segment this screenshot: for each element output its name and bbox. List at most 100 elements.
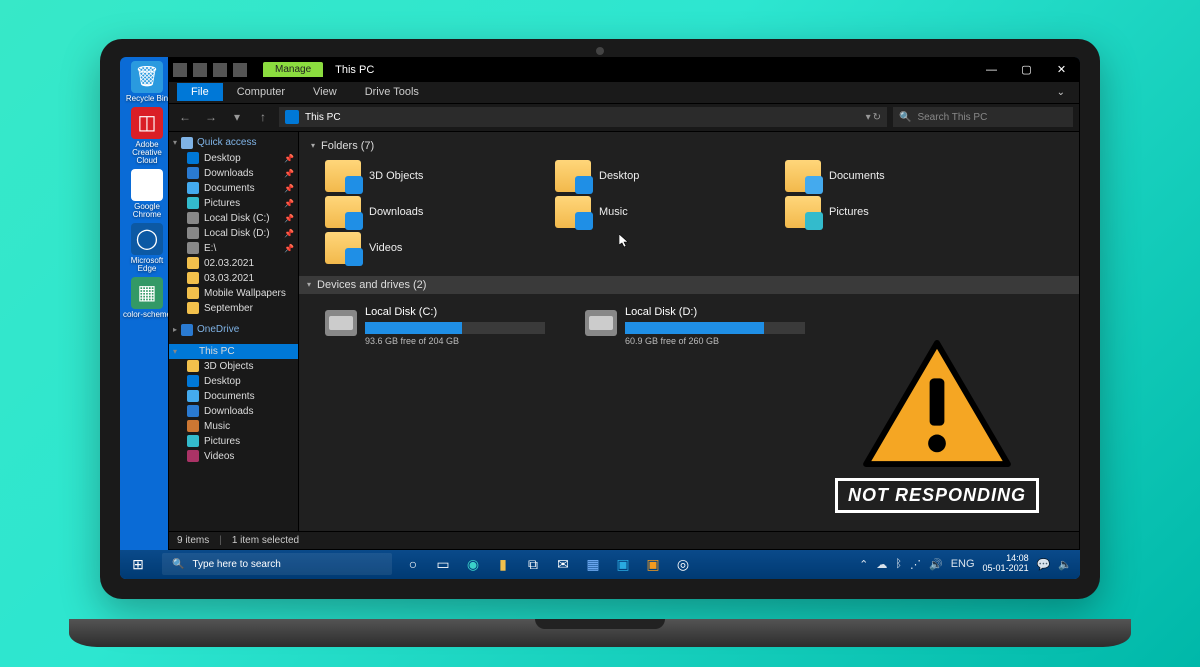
mail-icon[interactable]: ✉: [548, 550, 578, 579]
sidebar-item[interactable]: 3D Objects: [169, 359, 298, 374]
sidebar-item[interactable]: 02.03.2021: [169, 256, 298, 271]
task-view-icon[interactable]: ▭: [428, 550, 458, 579]
tray-onedrive-icon[interactable]: ☁: [876, 558, 887, 571]
address-bar[interactable]: This PC ▾ ↻: [279, 107, 887, 127]
sidebar-item[interactable]: Downloads 📌: [169, 166, 298, 181]
qat-icon[interactable]: [173, 63, 187, 77]
folder-item[interactable]: Documents: [785, 160, 985, 192]
taskbar-pinned-apps: ○ ▭ ◉ ▮ ⧉ ✉ ▦ ▣ ▣ ◎: [398, 550, 698, 579]
sidebar-onedrive[interactable]: ▸ OneDrive: [169, 322, 298, 338]
taskbar-clock[interactable]: 14:08 05-01-2021: [983, 554, 1029, 574]
nav-recent-button[interactable]: ▾: [227, 107, 247, 127]
tray-chevron-icon[interactable]: ⌃: [859, 558, 868, 571]
notifications-icon[interactable]: 💬: [1037, 558, 1051, 571]
sidebar-item[interactable]: Pictures: [169, 434, 298, 449]
nav-up-button[interactable]: ↑: [253, 107, 273, 127]
title-bar[interactable]: Manage This PC — ▢ ✕: [169, 58, 1079, 82]
desktop-icon-label: Google Chrome: [122, 203, 172, 219]
ribbon-tab-view[interactable]: View: [299, 83, 351, 101]
navigation-pane[interactable]: ▾ Quick access Desktop 📌 Downloads 📌 Doc…: [169, 132, 299, 531]
ribbon: File Computer View Drive Tools ⌄: [169, 82, 1079, 104]
file-explorer-window: Manage This PC — ▢ ✕ File Computer View …: [168, 57, 1080, 550]
sidebar-item[interactable]: Music: [169, 419, 298, 434]
edge-icon[interactable]: ◉: [458, 550, 488, 579]
tray-volume-icon[interactable]: 🔊: [929, 558, 943, 571]
sidebar-item[interactable]: Pictures 📌: [169, 196, 298, 211]
sidebar-item-label: Desktop: [204, 376, 241, 387]
system-tray[interactable]: ⌃ ☁ ᛒ ⋰ 🔊 ENG 14:08 05-01-2021 💬 🔈: [851, 554, 1080, 574]
desktop-icon[interactable]: ◯ Microsoft Edge: [122, 223, 172, 273]
ribbon-tab-drive-tools[interactable]: Drive Tools: [351, 83, 433, 101]
sidebar-item-label: Documents: [204, 183, 255, 194]
search-icon: 🔍: [899, 112, 911, 123]
sidebar-item[interactable]: E:\ 📌: [169, 241, 298, 256]
refresh-button[interactable]: ↻: [873, 112, 881, 123]
tray-language[interactable]: ENG: [951, 558, 975, 570]
folder-icon: [325, 196, 361, 228]
sidebar-item[interactable]: Local Disk (C:) 📌: [169, 211, 298, 226]
sidebar-item[interactable]: Local Disk (D:) 📌: [169, 226, 298, 241]
folder-item[interactable]: Videos: [325, 232, 525, 264]
cloud-icon: [181, 324, 193, 336]
sidebar-quick-access[interactable]: ▾ Quick access: [169, 135, 298, 151]
address-dropdown-icon[interactable]: ▾: [866, 112, 871, 123]
desktop-icon[interactable]: 🗑 Recycle Bin: [122, 61, 172, 103]
taskbar-search[interactable]: 🔍 Type here to search: [162, 553, 392, 575]
taskbar[interactable]: ⊞ 🔍 Type here to search ○ ▭ ◉ ▮ ⧉ ✉ ▦ ▣ …: [120, 550, 1080, 579]
folder-item[interactable]: Music: [555, 196, 755, 228]
devices-section-header[interactable]: ▾ Devices and drives (2): [299, 276, 1079, 294]
photoshop-icon[interactable]: ▣: [608, 550, 638, 579]
ribbon-tab-computer[interactable]: Computer: [223, 83, 299, 101]
qat-icon[interactable]: [213, 63, 227, 77]
dl-icon: [187, 167, 199, 179]
folder-item[interactable]: Pictures: [785, 196, 985, 228]
sidebar-item[interactable]: September: [169, 301, 298, 316]
sidebar-item[interactable]: Desktop 📌: [169, 151, 298, 166]
maximize-button[interactable]: ▢: [1009, 58, 1044, 82]
start-button[interactable]: ⊞: [120, 550, 156, 579]
folder-item[interactable]: Downloads: [325, 196, 525, 228]
drive-item[interactable]: Local Disk (C:) 93.6 GB free of 204 GB: [325, 306, 545, 346]
sidebar-item[interactable]: 03.03.2021: [169, 271, 298, 286]
folders-section-header[interactable]: ▾ Folders (7): [311, 136, 1067, 156]
illustrator-icon[interactable]: ▣: [638, 550, 668, 579]
sidebar-item-label: Pictures: [204, 198, 240, 209]
desktop-icon[interactable]: ◎ Google Chrome: [122, 169, 172, 219]
nav-back-button[interactable]: ←: [175, 107, 195, 127]
ribbon-tab-file[interactable]: File: [177, 83, 223, 101]
sidebar-item[interactable]: Mobile Wallpapers: [169, 286, 298, 301]
sidebar-item[interactable]: Desktop: [169, 374, 298, 389]
content-pane[interactable]: ▾ Folders (7) 3D Objects Desktop Documen…: [299, 132, 1079, 531]
desktop-icon[interactable]: ◫ Adobe Creative Cloud: [122, 107, 172, 165]
close-button[interactable]: ✕: [1044, 58, 1079, 82]
pin-icon: 📌: [284, 229, 294, 238]
sidebar-item[interactable]: Videos: [169, 449, 298, 464]
qat-icon[interactable]: [193, 63, 207, 77]
folder-item[interactable]: 3D Objects: [325, 160, 525, 192]
ribbon-expand-icon[interactable]: ⌄: [1051, 87, 1071, 98]
tray-bluetooth-icon[interactable]: ᛒ: [895, 558, 902, 570]
app-icon[interactable]: ▦: [578, 550, 608, 579]
folder-icon: [555, 196, 591, 228]
nav-forward-button[interactable]: →: [201, 107, 221, 127]
tray-wifi-icon[interactable]: ⋰: [910, 558, 921, 571]
sidebar-item[interactable]: Documents: [169, 389, 298, 404]
cortana-icon[interactable]: ○: [398, 550, 428, 579]
folder-item[interactable]: Desktop: [555, 160, 755, 192]
desktop-icon[interactable]: ▦ color-scheme: [122, 277, 172, 319]
search-input[interactable]: 🔍 Search This PC: [893, 107, 1073, 127]
chrome-icon[interactable]: ◎: [668, 550, 698, 579]
window-title: This PC: [335, 64, 374, 76]
sidebar-this-pc[interactable]: ▾ This PC: [169, 344, 298, 359]
manage-tab[interactable]: Manage: [263, 62, 323, 77]
tray-volume-control-icon[interactable]: 🔈: [1058, 558, 1072, 571]
desktop-icon-label: Microsoft Edge: [122, 257, 172, 273]
sidebar-item[interactable]: Downloads: [169, 404, 298, 419]
drive-item[interactable]: Local Disk (D:) 60.9 GB free of 260 GB: [585, 306, 805, 346]
sidebar-item-label: Downloads: [204, 406, 253, 417]
minimize-button[interactable]: —: [974, 58, 1009, 82]
explorer-icon[interactable]: ▮: [488, 550, 518, 579]
qat-icon[interactable]: [233, 63, 247, 77]
store-icon[interactable]: ⧉: [518, 550, 548, 579]
sidebar-item[interactable]: Documents 📌: [169, 181, 298, 196]
